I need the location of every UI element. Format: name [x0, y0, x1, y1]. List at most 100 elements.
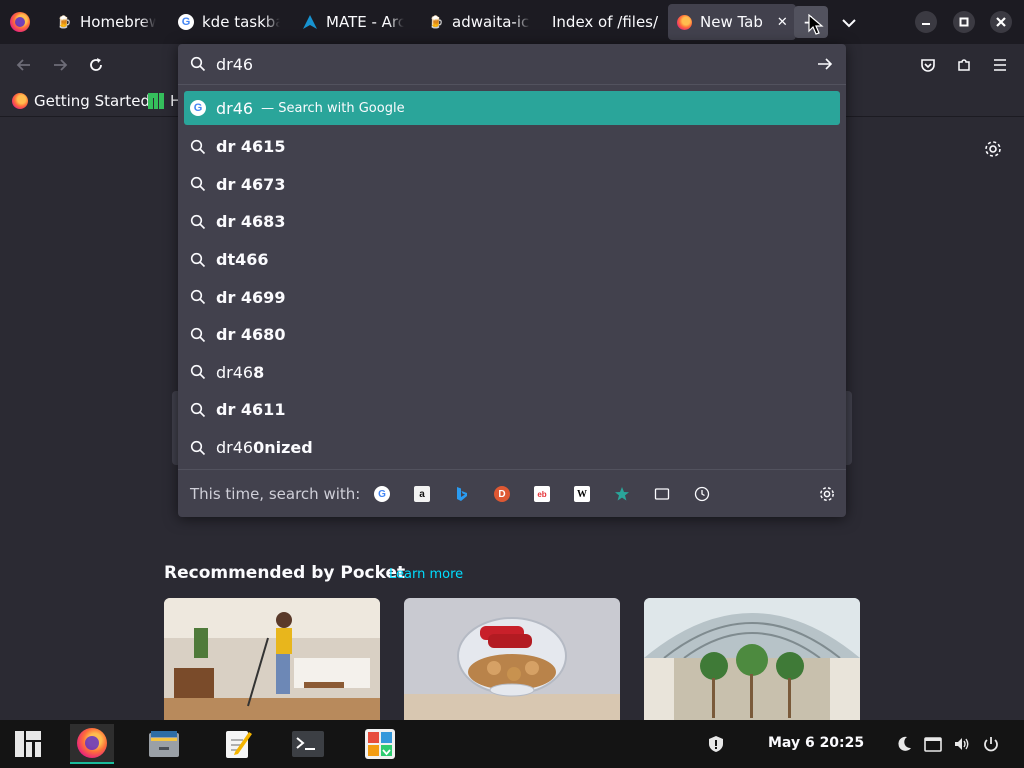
tab-label: New Tab: [700, 13, 763, 31]
manjaro-menu-icon[interactable]: [8, 724, 48, 764]
search-icon: [190, 56, 206, 72]
tab-kde-taskbar[interactable]: G kde taskbar: [178, 4, 280, 40]
tab-label: Homebrew: [80, 13, 156, 31]
volume-speaker-icon[interactable]: [953, 735, 971, 753]
story-image-living-room: [164, 598, 380, 720]
search-box-edge: [846, 391, 852, 465]
bookmark-manjaro[interactable]: H: [148, 92, 181, 110]
pocket-save-icon[interactable]: [917, 54, 939, 76]
beer-mug-icon: 🍺: [428, 15, 444, 29]
suggestion-text: dr 4673: [216, 174, 286, 194]
tab-index-of-files[interactable]: Index of /files/: [552, 4, 662, 40]
suggestion-item[interactable]: dr 4611: [184, 391, 840, 429]
suggestion-text: dr 4683: [216, 212, 286, 232]
list-all-tabs-chevron-icon[interactable]: [838, 12, 860, 34]
tabs-icon[interactable]: [654, 486, 670, 502]
taskbar: May 6 20:25: [0, 720, 1024, 768]
bookmark-getting-started[interactable]: Getting Started: [12, 92, 150, 110]
suggestion-text: dt466: [216, 250, 269, 270]
suggestion-text: dr 4611: [216, 400, 286, 420]
taskbar-text-editor-icon[interactable]: [218, 724, 258, 764]
clock[interactable]: May 6 20:25: [768, 735, 864, 751]
close-tab-icon[interactable]: ✕: [777, 15, 788, 30]
suggestion-item[interactable]: dr46 8: [184, 354, 840, 392]
suggestion-item[interactable]: dt466: [184, 241, 840, 279]
maximize-window-icon[interactable]: [953, 11, 975, 33]
pocket-learn-more-link[interactable]: Learn more: [389, 567, 463, 582]
back-arrow-icon[interactable]: [13, 54, 35, 76]
customize-gear-icon[interactable]: [983, 139, 1003, 159]
minimize-window-icon[interactable]: [915, 11, 937, 33]
ebay-engine-icon[interactable]: eb: [534, 486, 550, 502]
night-mode-moon-icon[interactable]: [895, 735, 913, 753]
address-bar-popup: G dr46 — Search with Google dr 4615 dr 4…: [178, 44, 846, 517]
suggestion-typed-text: dr46: [216, 362, 254, 382]
taskbar-terminal-icon[interactable]: [288, 724, 328, 764]
suggestion-item[interactable]: dr 4683: [184, 203, 840, 241]
suggestion-typed-text: dr46: [216, 438, 254, 458]
go-arrow-icon[interactable]: [816, 55, 834, 73]
search-icon: [190, 139, 206, 155]
manjaro-icon: [148, 93, 164, 109]
suggestion-item[interactable]: dr 4615: [184, 128, 840, 166]
suggestion-item[interactable]: dr 4699: [184, 278, 840, 316]
amazon-engine-icon[interactable]: a: [414, 486, 430, 502]
pocket-story-card[interactable]: [404, 598, 620, 720]
search-icon: [190, 364, 206, 380]
tab-label: adwaita-icon: [452, 13, 530, 31]
search-settings-gear-icon[interactable]: [818, 485, 836, 503]
tab-adwaita-icon[interactable]: 🍺 adwaita-icon: [428, 4, 530, 40]
one-off-label: This time, search with:: [190, 485, 361, 503]
duckduckgo-engine-icon[interactable]: D: [494, 486, 510, 502]
suggestion-item[interactable]: dr46 0nized: [184, 429, 840, 467]
close-window-icon[interactable]: [990, 11, 1012, 33]
forward-arrow-icon[interactable]: [49, 54, 71, 76]
bookmark-label: Getting Started: [34, 92, 150, 110]
address-input[interactable]: [216, 53, 806, 75]
search-icon: [190, 214, 206, 230]
tab-label: kde taskbar: [202, 13, 280, 31]
mouse-cursor-icon: [808, 14, 824, 36]
pocket-story-card[interactable]: [644, 598, 860, 720]
tab-label: MATE - Arch: [326, 13, 404, 31]
clipboard-icon[interactable]: [924, 735, 942, 753]
pocket-story-card[interactable]: [164, 598, 380, 720]
wikipedia-engine-icon[interactable]: W: [574, 486, 590, 502]
arch-linux-icon: [302, 14, 318, 30]
taskbar-file-manager-icon[interactable]: [144, 724, 184, 764]
story-image-glass-atrium: [644, 598, 860, 720]
suggestion-search-with-google[interactable]: G dr46 — Search with Google: [184, 91, 840, 125]
tab-label: Index of /files/: [552, 13, 659, 31]
google-engine-icon[interactable]: G: [374, 486, 390, 502]
search-icon: [190, 327, 206, 343]
bing-engine-icon[interactable]: [454, 486, 470, 502]
taskbar-firefox-icon[interactable]: [70, 724, 114, 764]
tab-strip: 🍺 Homebrew G kde taskbar MATE - Arch 🍺 a…: [0, 0, 1024, 44]
suggestion-text: 8: [253, 362, 265, 382]
suggestion-text: 0nized: [253, 438, 313, 458]
tab-new-tab[interactable]: New Tab ✕: [668, 4, 796, 40]
suggestion-text: dr 4680: [216, 325, 286, 345]
suggestion-action-text: — Search with Google: [261, 100, 405, 116]
history-clock-icon[interactable]: [694, 486, 710, 502]
firefox-menu-icon[interactable]: [10, 12, 30, 32]
tab-homebrew[interactable]: 🍺 Homebrew: [56, 4, 156, 40]
suggestion-typed-text: dr46: [216, 98, 254, 118]
hamburger-menu-icon[interactable]: [989, 54, 1011, 76]
bookmarks-star-icon[interactable]: [614, 486, 630, 502]
extensions-puzzle-icon[interactable]: [953, 54, 975, 76]
search-icon: [190, 252, 206, 268]
search-icon: [190, 402, 206, 418]
one-off-search-bar: This time, search with: G a D eb W: [178, 469, 846, 518]
google-g-icon: G: [190, 100, 206, 116]
search-icon: [190, 440, 206, 456]
security-shield-icon[interactable]: [707, 735, 725, 753]
suggestion-item[interactable]: dr 4680: [184, 316, 840, 354]
power-icon[interactable]: [982, 735, 1000, 753]
taskbar-software-store-icon[interactable]: [360, 724, 400, 764]
tab-mate-arch[interactable]: MATE - Arch: [302, 4, 404, 40]
google-g-icon: G: [178, 14, 194, 30]
suggestion-item[interactable]: dr 4673: [184, 166, 840, 204]
reload-icon[interactable]: [85, 54, 107, 76]
pocket-heading: Recommended by Pocket: [164, 563, 406, 583]
